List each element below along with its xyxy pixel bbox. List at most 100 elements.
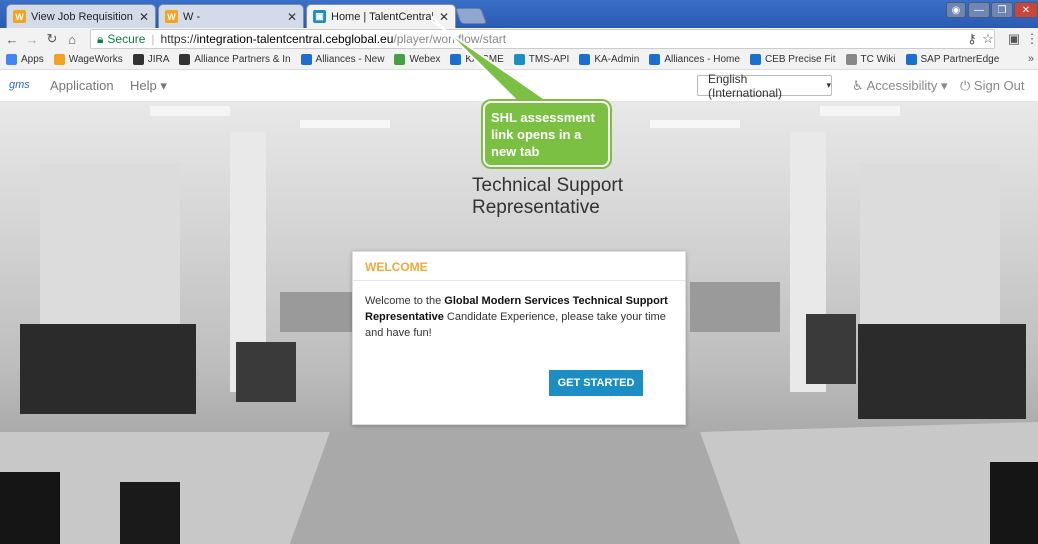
monitor xyxy=(20,324,196,414)
sign-out-label: Sign Out xyxy=(973,78,1025,93)
menu-help[interactable]: Help ▾ xyxy=(130,78,167,94)
bookmark-label: WageWorks xyxy=(68,54,123,65)
bookmark-item[interactable]: Alliance Partners & In xyxy=(179,54,291,65)
bookmark-item[interactable]: SAP PartnerEdge xyxy=(905,54,1000,65)
lock-icon: 🔒︎ xyxy=(97,31,104,46)
window xyxy=(860,162,1000,342)
page-title: Technical Support Representative xyxy=(472,175,624,218)
user-icon[interactable]: ◉ xyxy=(946,2,966,18)
bookmark-label: SAP PartnerEdge xyxy=(920,54,1000,65)
talentcentral-icon: ▣ xyxy=(313,10,326,23)
bookmark-icon xyxy=(749,54,761,65)
window-close-icon[interactable]: ✕ xyxy=(1014,2,1038,18)
bookmark-item[interactable]: Apps xyxy=(6,54,44,65)
monitor xyxy=(236,342,296,402)
chair xyxy=(0,472,60,544)
maximize-icon[interactable]: ❐ xyxy=(991,2,1013,18)
ceiling-light xyxy=(650,120,740,128)
bookmark-item[interactable]: Webex xyxy=(394,54,440,65)
bookmark-icon xyxy=(394,54,406,65)
tab-title: W - xyxy=(183,10,201,23)
chair xyxy=(120,482,180,544)
url-scheme: https:// xyxy=(160,32,197,46)
bookmark-icon xyxy=(450,54,462,65)
tab-talentcentral-home[interactable]: ▣ Home | TalentCentral-Ca ✕ xyxy=(306,4,456,28)
language-value: English (International) xyxy=(708,71,783,100)
workday-icon: W xyxy=(13,10,26,23)
close-icon[interactable]: ✕ xyxy=(139,10,149,24)
url-field[interactable]: 🔒︎ Secure | https://integration-talentce… xyxy=(90,29,995,49)
tab-title: View Job Requisition - W xyxy=(31,10,133,23)
bookmark-item[interactable]: CEB Precise Fit xyxy=(749,54,836,65)
bookmark-item[interactable]: Alliances - New xyxy=(300,54,385,65)
bookmark-icon xyxy=(845,54,857,65)
chevron-down-icon: ▾ xyxy=(826,80,831,90)
gms-logo: gms xyxy=(9,79,30,91)
url-text: https://integration-talentcentral.cebglo… xyxy=(161,32,507,46)
url-host: integration-talentcentral.cebglobal.eu xyxy=(196,32,394,46)
far-desk xyxy=(280,292,360,332)
accessibility-icon: ♿︎ xyxy=(852,78,864,93)
tab-workday[interactable]: W W - ✕ xyxy=(158,4,304,28)
tab-view-job-requisition[interactable]: W View Job Requisition - W ✕ xyxy=(6,4,156,28)
bookmark-icon xyxy=(649,54,661,65)
bookmark-label: CEB Precise Fit xyxy=(764,54,836,65)
back-icon[interactable]: ← xyxy=(2,32,22,47)
bookmark-label: Webex xyxy=(409,54,441,65)
annotation-callout: SHL assessment link opens in a new tab xyxy=(483,101,610,167)
minimize-icon[interactable]: — xyxy=(968,2,990,18)
menu-application[interactable]: Application xyxy=(50,78,114,93)
bookmark-label: Apps xyxy=(21,54,44,65)
bookmark-icon xyxy=(579,54,591,65)
home-icon[interactable]: ⌂ xyxy=(62,32,82,47)
bookmark-item[interactable]: WageWorks xyxy=(53,54,123,65)
bookmark-label: Alliances - Home xyxy=(664,54,740,65)
bookmark-item[interactable]: KA-Admin xyxy=(579,54,639,65)
accessibility-menu[interactable]: ♿︎ Accessibility ▾ xyxy=(852,78,948,94)
star-icon[interactable]: ☆ xyxy=(978,31,998,47)
extension-icon[interactable]: ▣ xyxy=(1004,31,1024,47)
forward-icon[interactable]: → xyxy=(22,32,42,47)
reload-icon[interactable]: ↻ xyxy=(42,31,62,47)
bookmark-icon xyxy=(53,54,65,65)
close-icon[interactable]: ✕ xyxy=(439,10,449,24)
bookmark-label: JIRA xyxy=(147,54,170,65)
menu-icon[interactable]: ⋮ xyxy=(1022,31,1038,47)
bookmark-item[interactable]: JIRA xyxy=(132,54,170,65)
language-select[interactable]: English (International) ▾ xyxy=(697,72,832,100)
sign-out-icon: ⏻ xyxy=(960,78,971,93)
bookmarks-overflow-icon[interactable]: » xyxy=(1028,53,1034,65)
bookmark-item[interactable]: Alliances - Home xyxy=(649,54,740,65)
url-path: /player/workflow/start xyxy=(393,32,507,46)
welcome-card: WELCOME Welcome to the Global Modern Ser… xyxy=(352,251,686,425)
bookmark-icon xyxy=(132,54,144,65)
bookmark-icon xyxy=(179,54,191,65)
bookmark-label: TC Wiki xyxy=(860,54,896,65)
accessibility-label: Accessibility ▾ xyxy=(866,78,948,93)
bookmarks-bar: Apps WageWorks JIRA Alliance Partners & In A… xyxy=(0,50,1038,70)
window xyxy=(40,162,180,342)
bookmark-label: TMS-API xyxy=(528,54,570,65)
bookmark-item[interactable]: KA-SME xyxy=(450,54,504,65)
get-started-button[interactable]: GET STARTED xyxy=(549,370,643,396)
bookmark-item[interactable]: TC Wiki xyxy=(845,54,896,65)
new-tab-button[interactable] xyxy=(455,8,487,24)
browser-tabstrip: W View Job Requisition - W ✕ W W - ✕ ▣ H… xyxy=(0,0,1038,28)
bookmark-label: Alliances - New xyxy=(315,54,385,65)
floor xyxy=(290,432,740,544)
card-heading: WELCOME xyxy=(353,252,685,281)
ceiling-light xyxy=(150,106,230,116)
monitor xyxy=(858,324,1026,419)
divider: | xyxy=(151,32,155,46)
far-desk xyxy=(690,282,780,332)
bookmark-icon xyxy=(905,54,917,65)
sign-out-link[interactable]: ⏻ Sign Out xyxy=(960,78,1025,94)
close-icon[interactable]: ✕ xyxy=(287,10,297,24)
bookmark-item[interactable]: TMS-API xyxy=(513,54,570,65)
welcome-text-prefix: Welcome to the xyxy=(365,295,445,307)
monitor xyxy=(806,314,856,384)
desk xyxy=(700,422,1038,544)
tab-title: Home | TalentCentral-Ca xyxy=(331,10,433,23)
secure-label: Secure xyxy=(107,32,146,46)
welcome-message: Welcome to the Global Modern Services Te… xyxy=(353,281,685,353)
